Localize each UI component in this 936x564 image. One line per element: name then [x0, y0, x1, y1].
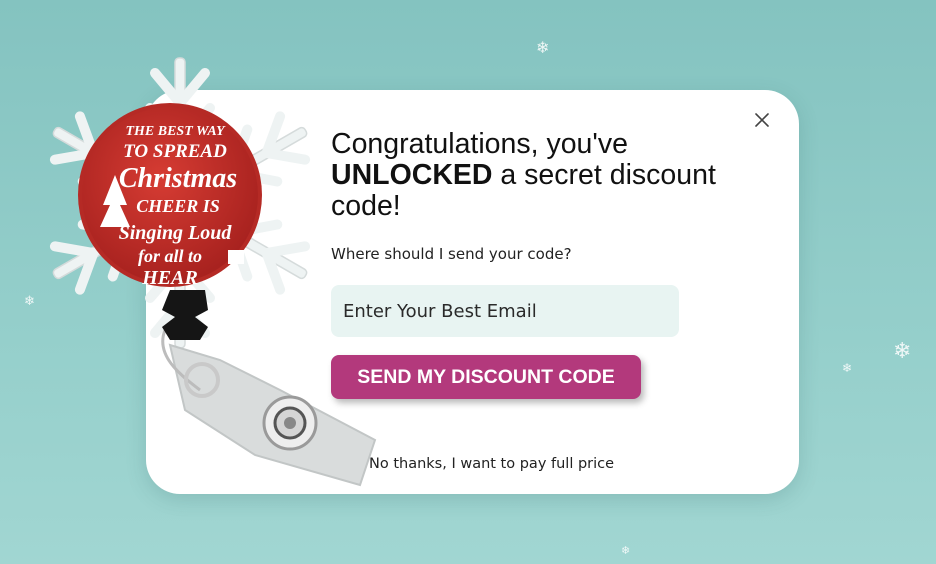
- badge-line: THE BEST WAY: [125, 124, 226, 139]
- send-discount-code-button[interactable]: SEND MY DISCOUNT CODE: [331, 355, 641, 399]
- snowflake-icon: ❄: [536, 40, 550, 57]
- badge-reel-image: THE BEST WAY TO SPREAD Christmas CHEER I…: [30, 55, 377, 487]
- badge-line: for all to: [138, 246, 202, 266]
- badge-line: TO SPREAD: [123, 141, 227, 162]
- email-field[interactable]: [331, 285, 679, 337]
- snowflake-icon: ❄: [842, 361, 853, 375]
- snowflake-icon: ❄: [893, 338, 912, 363]
- decline-link[interactable]: No thanks, I want to pay full price: [369, 456, 614, 472]
- headline-bold: UNLOCKED: [331, 159, 493, 191]
- headline-line1: Congratulations, you've: [331, 128, 628, 160]
- badge-line: HEAR: [141, 267, 198, 289]
- email-prompt: Where should I send your code?: [331, 245, 572, 263]
- badge-line: CHEER IS: [136, 196, 220, 216]
- popup-headline: Congratulations, you've UNLOCKED a secre…: [331, 129, 751, 222]
- close-icon[interactable]: [752, 110, 772, 130]
- snowflake-icon: ❄: [621, 545, 631, 557]
- gift-icon: [228, 250, 244, 264]
- badge-line: Christmas: [119, 163, 237, 194]
- badge-line: Singing Loud: [119, 222, 233, 244]
